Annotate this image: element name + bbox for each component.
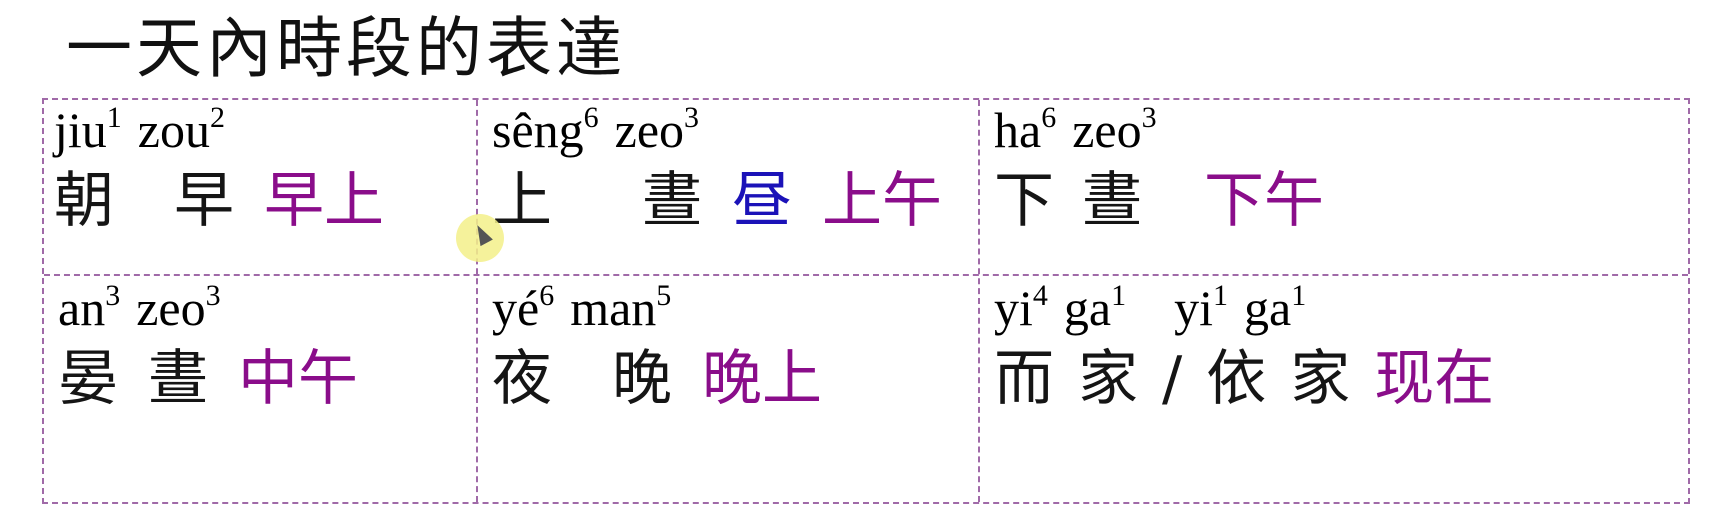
table-cell: yé6 man5 夜晚晚上 (492, 278, 822, 414)
page-title: 一天內時段的表達 (66, 10, 626, 87)
chinese-characters: 夜晚晚上 (492, 344, 822, 414)
character: 依 (1206, 344, 1267, 414)
romanization: yi4 ga1 yi1 ga1 (994, 278, 1494, 338)
romanization: ha6 zeo3 (994, 100, 1324, 160)
column-divider (978, 100, 980, 502)
tone-number: 1 (1111, 279, 1127, 312)
syllable: zeo (614, 102, 685, 158)
gloss-text: 上午 (822, 166, 942, 236)
tone-number: 5 (656, 279, 672, 312)
character: 晝 (1082, 166, 1142, 236)
row-divider (44, 274, 1688, 276)
gloss-text: 中午 (238, 344, 358, 414)
separator-slash: / (1162, 344, 1183, 414)
tone-number: 1 (1213, 279, 1229, 312)
syllable: sêng (492, 102, 584, 158)
syllable: zeo (1072, 102, 1142, 158)
syllable: ga (1063, 280, 1112, 336)
character: 朝 (54, 166, 114, 236)
gloss-text: 现在 (1374, 344, 1495, 414)
chinese-characters: 朝早早上 (54, 166, 384, 236)
character: 晏 (58, 344, 118, 414)
time-expression-table: jiu1 zou2 朝早早上 sêng6 zeo3 上晝昼上午 ha6 zeo3 下晝… (42, 98, 1690, 504)
syllable: zou (137, 102, 210, 158)
table-cell: ha6 zeo3 下晝下午 (994, 100, 1324, 236)
character: 晝 (642, 166, 702, 236)
syllable: zeo (136, 280, 206, 336)
tone-number: 6 (1041, 101, 1057, 134)
character: 下 (994, 166, 1054, 236)
character: 晝 (148, 344, 208, 414)
tone-number: 3 (105, 279, 121, 312)
character: 家 (1290, 344, 1351, 414)
column-divider (476, 100, 478, 502)
gloss-text: 下午 (1204, 166, 1324, 236)
chinese-characters: 上晝昼上午 (492, 166, 942, 236)
chinese-characters: 下晝下午 (994, 166, 1324, 236)
character: 家 (1078, 344, 1138, 414)
romanization: yé6 man5 (492, 278, 822, 338)
tone-number: 3 (684, 101, 700, 134)
syllable: yé (492, 280, 540, 336)
tone-number: 3 (1141, 101, 1157, 134)
table-cell: yi4 ga1 yi1 ga1 而家 / 依家现在 (994, 278, 1494, 414)
tone-number: 2 (210, 101, 225, 134)
tone-number: 4 (1032, 279, 1048, 312)
gloss-text: 昼 (732, 166, 792, 236)
syllable: ha (994, 102, 1042, 158)
romanization: sêng6 zeo3 (492, 100, 942, 160)
tone-number: 1 (106, 101, 122, 134)
syllable: yi (1174, 280, 1214, 336)
tone-number: 3 (205, 279, 221, 312)
character: 早 (174, 166, 234, 236)
tone-number: 6 (583, 101, 599, 134)
tone-number: 1 (1291, 279, 1307, 312)
syllable: an (58, 280, 106, 336)
table-cell: jiu1 zou2 朝早早上 (54, 100, 384, 236)
character: 晚 (612, 344, 672, 414)
syllable: yi (994, 280, 1033, 336)
chinese-characters: 晏晝中午 (58, 344, 358, 414)
syllable: jiu (54, 102, 107, 158)
character: 夜 (492, 344, 552, 414)
syllable: man (570, 280, 657, 336)
chinese-characters: 而家 / 依家现在 (994, 344, 1494, 414)
romanization: jiu1 zou2 (54, 100, 384, 160)
syllable: ga (1244, 280, 1292, 336)
table-cell: sêng6 zeo3 上晝昼上午 (492, 100, 942, 236)
table-cell: an3 zeo3 晏晝中午 (58, 278, 358, 414)
character: 而 (994, 344, 1054, 414)
gloss-text: 早上 (264, 166, 384, 236)
gloss-text: 晚上 (702, 344, 822, 414)
tone-number: 6 (539, 279, 555, 312)
romanization: an3 zeo3 (58, 278, 358, 338)
